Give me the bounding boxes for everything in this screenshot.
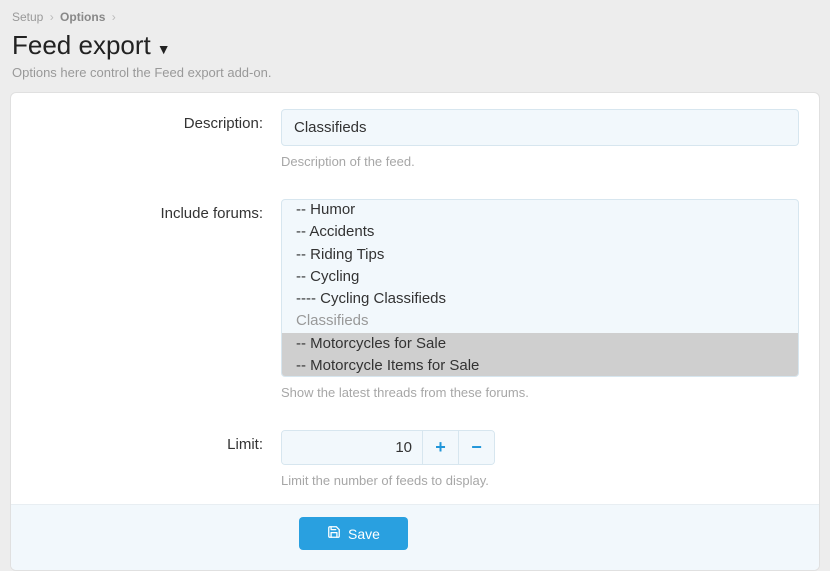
page-title-row: Feed export ▼ bbox=[0, 28, 830, 65]
row-description: Description: Description of the feed. bbox=[11, 93, 819, 175]
chevron-down-icon[interactable]: ▼ bbox=[157, 35, 171, 57]
save-button-label: Save bbox=[348, 526, 380, 542]
list-item[interactable]: -- Motorcycles for Sale bbox=[282, 333, 798, 355]
save-button[interactable]: Save bbox=[299, 517, 408, 550]
options-panel: Description: Description of the feed. In… bbox=[10, 92, 820, 571]
list-item[interactable]: -- Cycling bbox=[282, 266, 798, 288]
list-header: Classifieds bbox=[282, 310, 798, 332]
row-forums: Include forums: -- Humor-- Accidents-- R… bbox=[11, 175, 819, 406]
page-subtitle: Options here control the Feed export add… bbox=[0, 65, 830, 92]
page-title: Feed export bbox=[12, 30, 151, 61]
row-limit: Limit: + − Limit the number of feeds to … bbox=[11, 406, 819, 504]
description-label: Description: bbox=[31, 109, 281, 169]
description-input[interactable] bbox=[281, 109, 799, 146]
list-item[interactable]: ---- Cycling Classifieds bbox=[282, 288, 798, 310]
breadcrumb-options[interactable]: Options bbox=[60, 10, 105, 24]
breadcrumb-sep: › bbox=[112, 10, 116, 24]
forums-label: Include forums: bbox=[31, 199, 281, 400]
limit-label: Limit: bbox=[31, 430, 281, 488]
list-item[interactable]: -- Humor bbox=[282, 200, 798, 221]
breadcrumb: Setup › Options › bbox=[0, 0, 830, 28]
forums-helper: Show the latest threads from these forum… bbox=[281, 385, 799, 400]
panel-footer: Save bbox=[11, 504, 819, 570]
limit-decrement-button[interactable]: − bbox=[458, 431, 494, 464]
plus-icon: + bbox=[435, 437, 446, 458]
description-helper: Description of the feed. bbox=[281, 154, 799, 169]
breadcrumb-sep: › bbox=[50, 10, 54, 24]
breadcrumb-setup[interactable]: Setup bbox=[12, 10, 43, 24]
limit-stepper: + − bbox=[281, 430, 495, 465]
limit-helper: Limit the number of feeds to display. bbox=[281, 473, 799, 488]
minus-icon: − bbox=[471, 437, 482, 458]
list-item[interactable]: -- Motorcycle Items for Sale bbox=[282, 355, 798, 376]
list-item[interactable]: -- Riding Tips bbox=[282, 244, 798, 266]
limit-input[interactable] bbox=[282, 431, 422, 464]
list-item[interactable]: -- Accidents bbox=[282, 221, 798, 243]
limit-increment-button[interactable]: + bbox=[422, 431, 458, 464]
save-icon bbox=[327, 525, 341, 542]
forums-listbox[interactable]: -- Humor-- Accidents-- Riding Tips-- Cyc… bbox=[281, 199, 799, 377]
